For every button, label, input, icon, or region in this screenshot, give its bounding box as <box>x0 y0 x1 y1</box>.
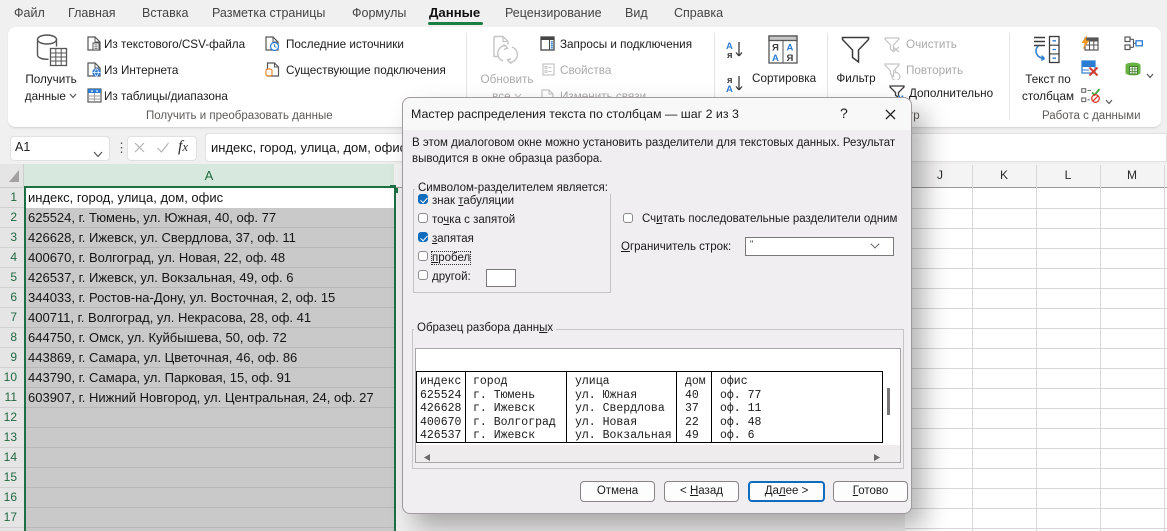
svg-text:я: я <box>727 50 733 60</box>
svg-text:А: А <box>787 43 794 54</box>
svg-text:А: А <box>726 84 733 94</box>
svg-text:А: А <box>772 53 779 64</box>
svg-text:Я: Я <box>772 43 779 54</box>
svg-text:Я: Я <box>787 53 794 64</box>
